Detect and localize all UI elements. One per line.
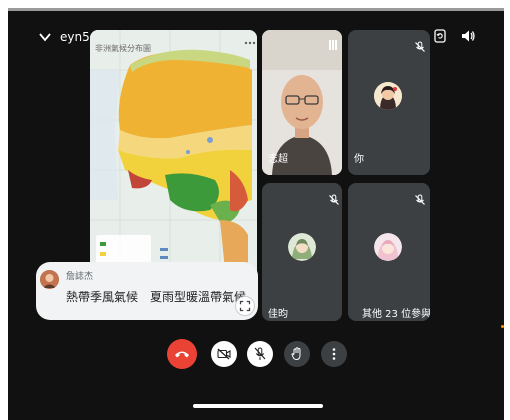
hand-icon bbox=[291, 347, 303, 361]
speaker-icon[interactable] bbox=[460, 28, 476, 44]
camera-toggle-button[interactable] bbox=[211, 341, 237, 367]
switch-camera-icon[interactable] bbox=[432, 28, 448, 44]
mic-off-icon bbox=[254, 347, 266, 361]
chevron-down-icon[interactable] bbox=[38, 31, 52, 43]
africa-climate-map bbox=[90, 30, 257, 300]
mic-off-icon bbox=[414, 38, 426, 52]
more-options-button[interactable] bbox=[321, 341, 347, 367]
presentation-tile[interactable] bbox=[90, 30, 257, 300]
mic-off-icon bbox=[328, 191, 340, 205]
chat-message: 熱帶季風氣候 夏雨型暖溫帶氣候 bbox=[66, 290, 247, 304]
slide-title: 非洲氣候分布圖 bbox=[95, 44, 151, 53]
fullscreen-icon[interactable] bbox=[235, 296, 255, 316]
participant-tile-zhishao[interactable]: 志超 bbox=[262, 30, 342, 175]
avatar bbox=[40, 270, 59, 289]
phone-hangup-icon bbox=[174, 348, 190, 360]
mic-off-icon bbox=[414, 191, 426, 205]
pin-tile-icon[interactable] bbox=[328, 39, 338, 51]
avatar bbox=[374, 233, 402, 261]
raise-hand-button[interactable] bbox=[284, 341, 310, 367]
more-vertical-icon bbox=[332, 347, 336, 361]
end-call-button[interactable] bbox=[167, 339, 197, 369]
participant-tile-jiaxu[interactable]: 佳昀 bbox=[262, 183, 342, 321]
participant-tile-others[interactable]: 其他 23 位參與者 bbox=[348, 183, 430, 321]
avatar bbox=[374, 82, 402, 110]
avatar bbox=[288, 233, 316, 261]
phone-frame: eyn54d4u7t ▸ bbox=[0, 0, 510, 420]
mic-toggle-button[interactable] bbox=[247, 341, 273, 367]
home-indicator[interactable] bbox=[193, 404, 323, 408]
camera-off-icon bbox=[217, 348, 231, 360]
participant-tile-you[interactable]: 你 bbox=[348, 30, 430, 175]
participant-name: 其他 23 位參與者 bbox=[362, 309, 430, 320]
participant-name: 佳昀 bbox=[268, 309, 288, 320]
participant-name: 志超 bbox=[268, 154, 288, 165]
participant-name: 你 bbox=[354, 154, 364, 165]
status-dot bbox=[501, 325, 504, 328]
more-horizontal-icon[interactable] bbox=[244, 40, 256, 46]
chat-sender: 詹誌杰 bbox=[66, 272, 94, 282]
